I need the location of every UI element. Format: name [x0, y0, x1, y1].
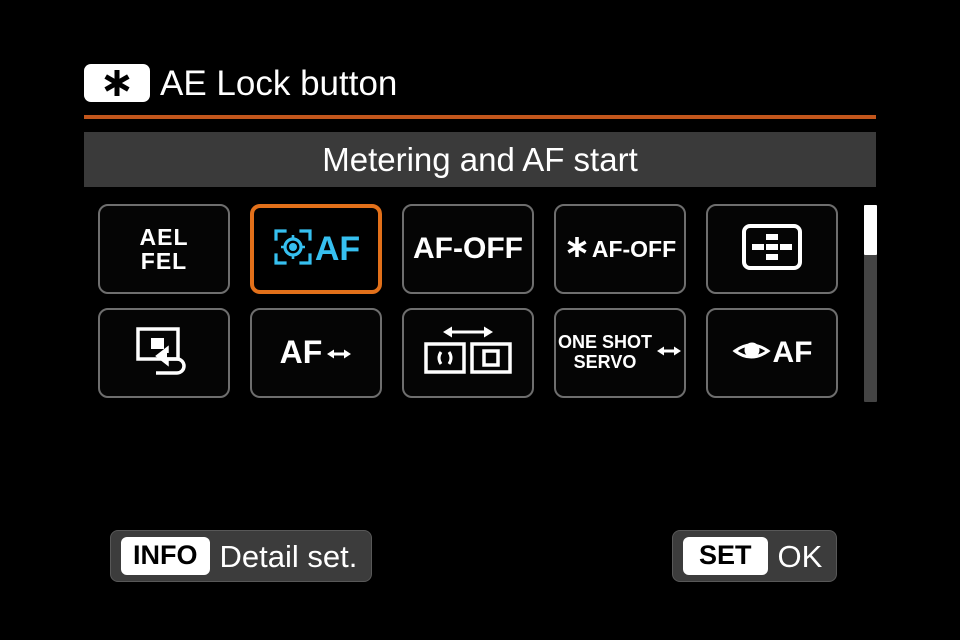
af-off-label: AF-OFF	[413, 232, 523, 266]
option-tile-eye-detection-af[interactable]: AF	[706, 308, 838, 398]
option-tile-ael-fel[interactable]: AEL FEL	[98, 204, 230, 294]
camera-menu-screen: AE Lock button Metering and AF start AEL…	[0, 0, 960, 640]
ael-fel-line2: FEL	[140, 248, 188, 274]
option-tile-registered-af-point[interactable]	[98, 308, 230, 398]
metering-af-text: AF	[314, 229, 361, 268]
option-tile-one-shot-servo[interactable]: ONE SHOT SERVO	[554, 308, 686, 398]
option-tile-af-method-switch[interactable]: AF	[250, 308, 382, 398]
option-grid: AEL FEL AF AF-OFF AF-OFF AF ONE SHOT SER…	[98, 204, 858, 398]
eye-af-icon	[731, 335, 772, 372]
af-method-switch-group: AF	[280, 336, 353, 370]
ael-fel-line1: AEL	[139, 223, 189, 250]
metering-af-group: AF	[272, 227, 360, 272]
set-key-badge: SET	[683, 537, 768, 575]
star-icon	[564, 234, 590, 264]
af-point-selection-icon	[741, 223, 803, 276]
scrollbar-thumb[interactable]	[864, 205, 877, 255]
option-tile-metering-and-af-start[interactable]: AF	[250, 204, 382, 294]
ae-lock-af-off-group: AF-OFF	[564, 234, 676, 264]
left-right-arrow-icon	[656, 342, 682, 365]
info-key-badge: INFO	[121, 537, 210, 575]
eye-af-group: AF	[731, 335, 813, 372]
one-shot-servo-line1: ONE SHOT	[557, 332, 652, 353]
af-area-switch-icon	[422, 323, 514, 384]
set-ok-label: OK	[777, 538, 823, 574]
option-list-scrollbar[interactable]	[864, 205, 877, 402]
detail-set-label: Detail set.	[219, 538, 358, 574]
detail-set-button[interactable]: INFO Detail set.	[110, 530, 373, 582]
selected-option-label: Metering and AF start	[322, 141, 638, 178]
set-ok-button[interactable]: SET OK	[672, 530, 838, 582]
option-tile-af-area-switch[interactable]	[402, 308, 534, 398]
ae-lock-af-off-text: AF-OFF	[591, 235, 677, 262]
selected-option-bar: Metering and AF start	[84, 132, 876, 187]
option-tile-ae-lock-af-off[interactable]: AF-OFF	[554, 204, 686, 294]
header-divider	[84, 115, 876, 119]
option-tile-af-off[interactable]: AF-OFF	[402, 204, 534, 294]
eye-af-text: AF	[772, 336, 813, 369]
one-shot-servo-group: ONE SHOT SERVO	[557, 332, 682, 373]
af-method-switch-text: AF	[279, 334, 323, 371]
one-shot-servo-line2: SERVO	[573, 352, 637, 372]
option-tile-af-point-selection[interactable]	[706, 204, 838, 294]
registered-af-point-icon	[134, 325, 194, 382]
left-right-arrow-icon	[326, 336, 352, 370]
ael-fel-label: AEL FEL	[140, 225, 189, 273]
page-header: AE Lock button	[84, 64, 397, 102]
one-shot-servo-labels: ONE SHOT SERVO	[557, 332, 652, 373]
metering-frame-icon	[272, 227, 314, 272]
ae-lock-star-icon	[84, 64, 150, 102]
page-title: AE Lock button	[160, 63, 398, 103]
